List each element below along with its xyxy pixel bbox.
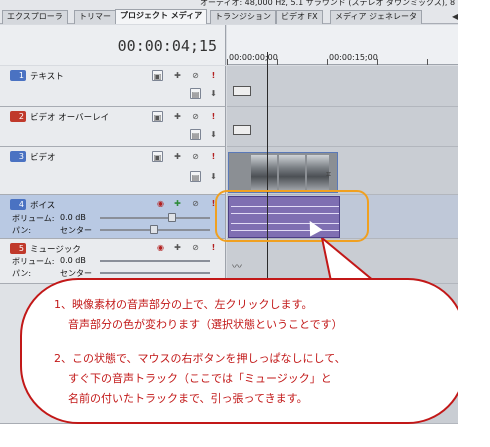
record-arm-icon[interactable]: ◉ xyxy=(155,198,166,209)
composite-icon[interactable]: ✚ xyxy=(172,111,183,122)
callout-line-1: 1、映像素材の音声部分の上で、左クリックします。 xyxy=(54,298,313,311)
volume-slider-track xyxy=(100,217,210,219)
callout-line-4: すぐ下の音声トラック（ここでは「ミュージック」と xyxy=(68,372,332,385)
torn-edge-bottom xyxy=(0,424,490,447)
solo-icon[interactable]: ! xyxy=(208,111,219,122)
track-number: 2 xyxy=(10,111,26,122)
ruler-tick xyxy=(427,59,428,65)
lock-icon[interactable]: ⬇ xyxy=(208,171,219,182)
text-event-icon[interactable] xyxy=(233,86,251,96)
track-motion-icon[interactable]: ▣ xyxy=(152,151,163,162)
video-clip[interactable] xyxy=(228,152,338,193)
composite-icon[interactable]: ✚ xyxy=(172,151,183,162)
track-name: テキスト xyxy=(30,72,64,82)
instruction-callout: 1、映像素材の音声部分の上で、左クリックします。 音声部分の色が変わります（選択… xyxy=(20,278,466,424)
ruler-tick xyxy=(277,59,278,65)
tab-bar: オーディオ: 48,000 Hz, 5.1 サラウンド (ステレオ ダウンミック… xyxy=(0,0,466,24)
mute-icon[interactable]: ⊘ xyxy=(190,242,201,253)
timecode-display: 00:00:04;15 xyxy=(117,37,217,55)
volume-label: ボリューム: xyxy=(12,214,55,223)
tab-explorer[interactable]: エクスプローラ xyxy=(2,10,68,24)
volume-value: 0.0 dB xyxy=(60,213,86,222)
track-fx-icon[interactable]: ▤ xyxy=(190,171,201,182)
ruler-tick xyxy=(327,59,328,65)
lock-icon[interactable]: ⬇ xyxy=(208,129,219,140)
lock-icon[interactable]: ⬇ xyxy=(208,88,219,99)
callout-line-2: 音声部分の色が変わります（選択状態ということです） xyxy=(68,318,343,331)
track-name: ミュージック xyxy=(30,245,81,255)
volume-label: ボリューム: xyxy=(12,257,55,266)
solo-icon[interactable]: ! xyxy=(208,70,219,81)
highlight-ring xyxy=(215,190,369,242)
tab-trimmer[interactable]: トリマー xyxy=(74,10,116,24)
mute-icon[interactable]: ⊘ xyxy=(190,111,201,122)
composite-icon[interactable]: ✚ xyxy=(172,70,183,81)
track-text[interactable]: 1 テキスト ▣ ✚ ⊘ ! ▤ ⬇ xyxy=(0,66,226,107)
track-motion-icon[interactable]: ▣ xyxy=(152,70,163,81)
track-video-overlay[interactable]: 2 ビデオ オーバーレイ ▣ ✚ ⊘ ! ▤ ⬇ xyxy=(0,107,226,147)
pan-slider-knob[interactable] xyxy=(150,225,158,234)
torn-edge-right xyxy=(458,0,490,447)
track-number: 5 xyxy=(10,243,26,254)
record-arm-icon[interactable]: ◉ xyxy=(155,242,166,253)
track-video[interactable]: 3 ビデオ ▣ ✚ ⊘ ! ▤ ⬇ xyxy=(0,147,226,195)
track-motion-icon[interactable]: ▣ xyxy=(152,111,163,122)
mute-icon[interactable]: ⊘ xyxy=(190,198,201,209)
callout-line-3: 2、この状態で、マウスの右ボタンを押しっぱなしにして、 xyxy=(54,352,346,365)
video-thumbnail xyxy=(251,155,277,191)
solo-icon[interactable]: ! xyxy=(208,242,219,253)
ruler-tick xyxy=(227,59,228,65)
callout-line-5: 名前の付いたトラックまで、引っ張ってきます。 xyxy=(68,392,308,405)
fx-icon[interactable]: ✚ xyxy=(172,198,183,209)
track-fx-icon[interactable]: ▤ xyxy=(190,88,201,99)
volume-slider-knob[interactable] xyxy=(168,213,176,222)
video-thumbnail xyxy=(279,155,305,191)
solo-icon[interactable]: ! xyxy=(208,151,219,162)
track-name: ボイス xyxy=(30,201,56,211)
track-voice[interactable]: 4 ボイス ◉ ✚ ⊘ ! ボリューム: 0.0 dB パン: センター xyxy=(0,195,226,239)
track-number: 3 xyxy=(10,151,26,162)
track-number: 1 xyxy=(10,70,26,81)
pan-value: センター xyxy=(60,226,92,235)
lane-video-overlay[interactable] xyxy=(227,107,466,147)
tab-video-fx[interactable]: ビデオ FX xyxy=(276,10,323,24)
track-header-area: 00:00:04;15 xyxy=(0,25,226,65)
audio-info: オーディオ: 48,000 Hz, 5.1 サラウンド (ステレオ ダウンミック… xyxy=(200,0,456,7)
time-ruler[interactable]: 00:00:00;00 00:00:15;00 xyxy=(227,25,466,65)
track-fx-icon[interactable]: ▤ xyxy=(190,129,201,140)
editor-window: オーディオ: 48,000 Hz, 5.1 サラウンド (ステレオ ダウンミック… xyxy=(0,0,466,430)
lane-text[interactable] xyxy=(227,66,466,107)
overlay-event-icon[interactable] xyxy=(233,125,251,135)
pan-label: パン: xyxy=(12,269,32,278)
volume-value: 0.0 dB xyxy=(60,256,86,265)
volume-slider-track xyxy=(100,260,210,262)
track-name: ビデオ xyxy=(30,153,56,163)
pan-label: パン: xyxy=(12,226,32,235)
ruler-label-start: 00:00:00;00 xyxy=(229,53,278,62)
tab-transitions[interactable]: トランジション xyxy=(210,10,276,24)
fx-icon[interactable]: ✚ xyxy=(172,242,183,253)
mute-icon[interactable]: ⊘ xyxy=(190,70,201,81)
mute-icon[interactable]: ⊘ xyxy=(190,151,201,162)
pan-slider-track xyxy=(100,272,210,274)
ruler-label-15s: 00:00:15;00 xyxy=(329,53,378,62)
track-number: 4 xyxy=(10,199,26,210)
music-waveform-icon: 〰 xyxy=(232,262,242,273)
tab-media-generators[interactable]: メディア ジェネレータ xyxy=(330,10,422,24)
crop-icon[interactable]: ⌗ xyxy=(326,170,331,180)
ruler-tick xyxy=(377,59,378,65)
track-name: ビデオ オーバーレイ xyxy=(30,113,110,123)
tab-project-media[interactable]: プロジェクト メディア xyxy=(115,9,208,24)
